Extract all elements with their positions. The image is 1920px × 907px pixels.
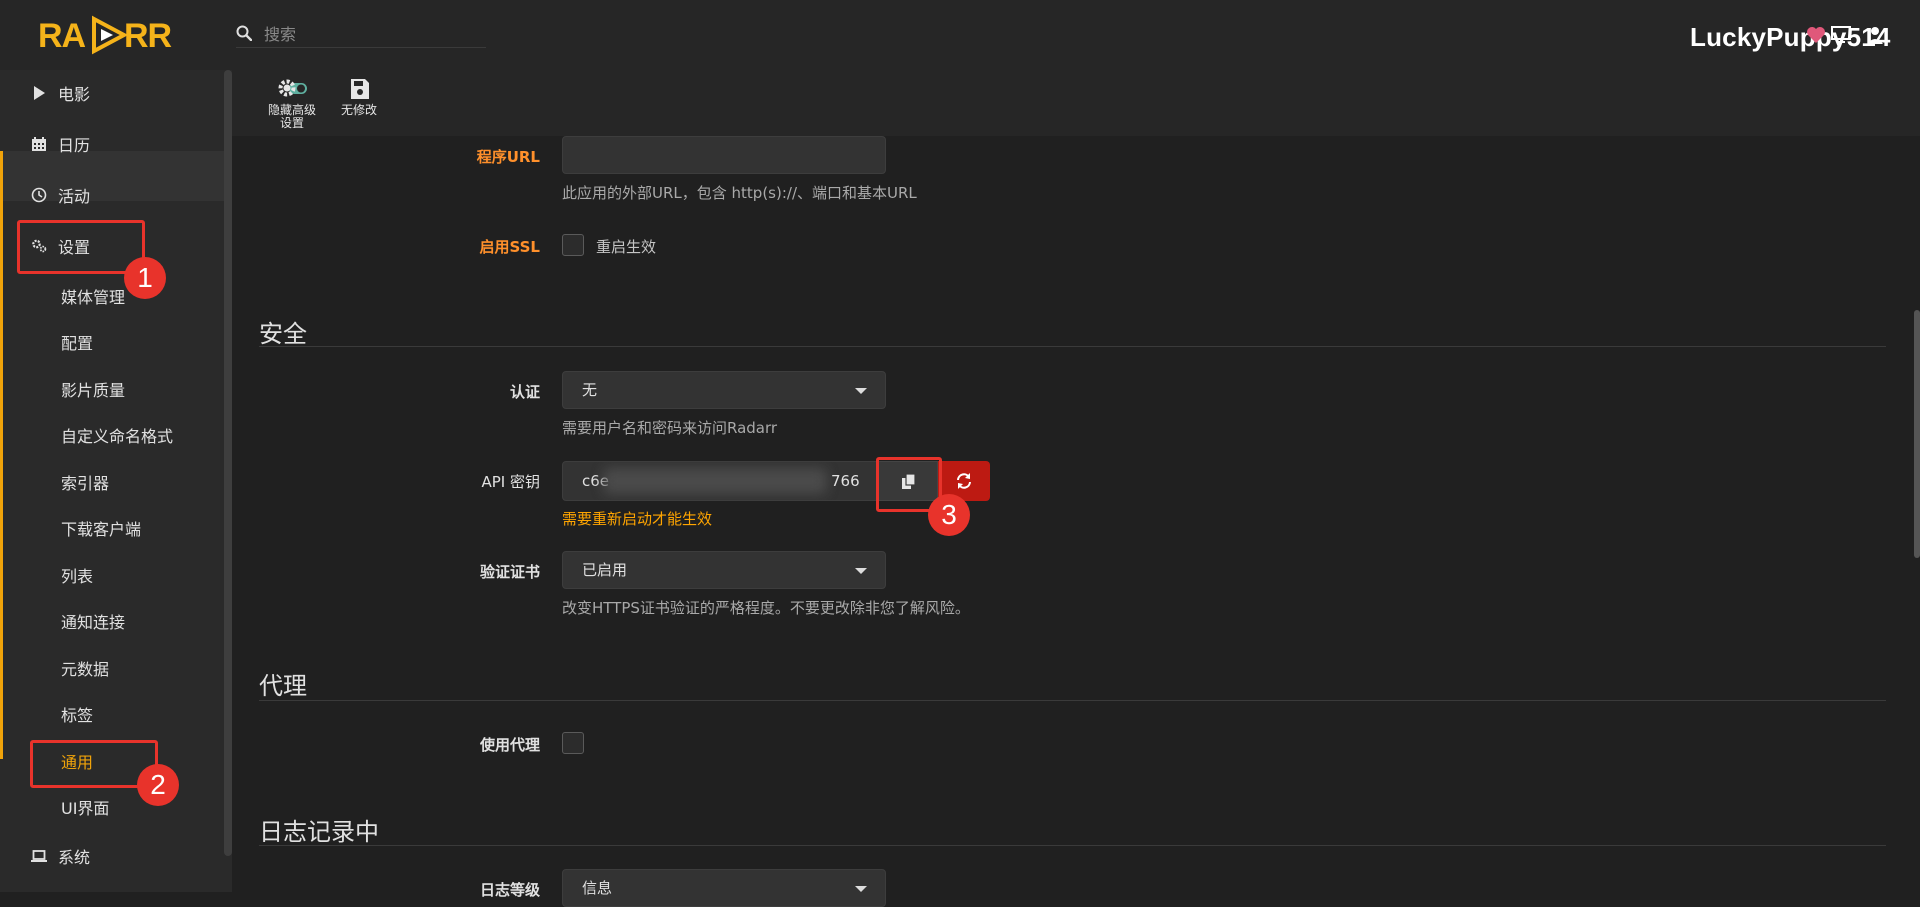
annotation-number: 2 <box>137 764 179 806</box>
hide-advanced-settings-button[interactable]: 隐藏高级 设置 <box>257 76 327 134</box>
watermark-text: LuckyPuppy514 <box>1690 22 1891 52</box>
sidebar-item-activity[interactable]: 活动 <box>31 180 90 210</box>
sidebar-subitem-profiles[interactable]: 配置 <box>61 329 93 355</box>
play-icon <box>34 86 45 100</box>
section-divider <box>259 700 1886 701</box>
log-level-select[interactable]: 信息 <box>562 869 886 907</box>
sidebar-subitem-tags[interactable]: 标签 <box>61 701 93 727</box>
authentication-label: 认证 <box>509 383 540 401</box>
save-button[interactable]: 无修改 <box>324 76 394 134</box>
search-icon <box>236 25 252 41</box>
section-divider <box>259 346 1886 347</box>
sidebar-scrollbar[interactable] <box>224 70 232 856</box>
clock-icon <box>31 187 47 203</box>
section-title-logging: 日志记录中 <box>259 818 379 846</box>
radarr-logo[interactable]: RA RR <box>38 15 178 55</box>
monitor-icon[interactable] <box>1830 24 1852 46</box>
enable-ssl-text: 重启生效 <box>596 238 657 256</box>
section-title-security: 安全 <box>259 320 307 348</box>
section-divider <box>259 845 1886 846</box>
use-proxy-label: 使用代理 <box>479 736 540 754</box>
enable-ssl-label: 启用SSL <box>479 238 541 256</box>
section-title-proxy: 代理 <box>259 672 307 700</box>
certificate-validation-select[interactable]: 已启用 <box>562 551 886 589</box>
sidebar-subitem-media-management[interactable]: 媒体管理 <box>61 283 125 309</box>
api-key-input[interactable]: c6e 766 <box>562 461 878 501</box>
api-key-restart-warning: 需要重新启动才能生效 <box>562 510 713 528</box>
app-url-label: 程序URL <box>476 148 540 166</box>
heart-icon[interactable] <box>1805 24 1827 46</box>
caret-down-icon <box>855 886 867 892</box>
sidebar-subitem-custom-formats[interactable]: 自定义命名格式 <box>61 422 173 448</box>
log-level-label: 日志等级 <box>479 881 540 899</box>
svg-text:RR: RR <box>124 17 172 55</box>
certificate-validation-help: 改变HTTPS证书验证的严格程度。不要更改除非您了解风险。 <box>562 599 970 617</box>
annotation-box-settings <box>17 220 145 274</box>
svg-text:RA: RA <box>38 17 86 55</box>
app-url-help: 此应用的外部URL，包含 http(s)://、端口和基本URL <box>562 184 917 202</box>
laptop-icon <box>31 850 47 862</box>
sidebar-subitem-indexers[interactable]: 索引器 <box>61 469 109 495</box>
page-toolbar: 隐藏高级 设置 无修改 <box>232 70 1920 136</box>
user-icon[interactable] <box>1864 24 1886 46</box>
annotation-number: 1 <box>124 257 166 299</box>
refresh-icon <box>957 473 971 489</box>
gear-toggle-icon <box>278 79 307 97</box>
sidebar-subitem-lists[interactable]: 列表 <box>61 562 93 588</box>
sidebar-subitem-ui[interactable]: UI界面 <box>61 794 109 820</box>
caret-down-icon <box>855 568 867 574</box>
authentication-help: 需要用户名和密码来访问Radarr <box>562 419 778 437</box>
annotation-number: 3 <box>928 494 970 536</box>
calendar-icon <box>32 137 46 151</box>
authentication-select[interactable]: 无 <box>562 371 886 409</box>
caret-down-icon <box>855 388 867 394</box>
certificate-validation-label: 验证证书 <box>479 563 540 581</box>
api-key-blur-mask <box>603 468 827 494</box>
save-icon <box>351 79 369 99</box>
sidebar-subitem-download-clients[interactable]: 下载客户端 <box>61 515 141 541</box>
sidebar-subitem-connect[interactable]: 通知连接 <box>61 608 125 634</box>
use-proxy-checkbox[interactable] <box>562 732 584 754</box>
search-box <box>236 21 486 48</box>
top-header: RA RR LuckyPuppy514 <box>0 0 1920 71</box>
search-input[interactable] <box>262 21 486 47</box>
app-url-input[interactable] <box>562 136 886 174</box>
sidebar-subitem-metadata[interactable]: 元数据 <box>61 655 109 681</box>
sidebar-item-calendar[interactable]: 日历 <box>31 129 90 159</box>
settings-active-border <box>0 151 3 759</box>
sidebar-item-movies[interactable]: 电影 <box>31 78 90 108</box>
sidebar-item-system[interactable]: 系统 <box>31 841 90 871</box>
api-key-label: API 密钥 <box>481 473 541 491</box>
sidebar-subitem-quality[interactable]: 影片质量 <box>61 376 125 402</box>
enable-ssl-checkbox[interactable] <box>562 234 584 256</box>
main-scrollbar[interactable] <box>1914 310 1920 558</box>
